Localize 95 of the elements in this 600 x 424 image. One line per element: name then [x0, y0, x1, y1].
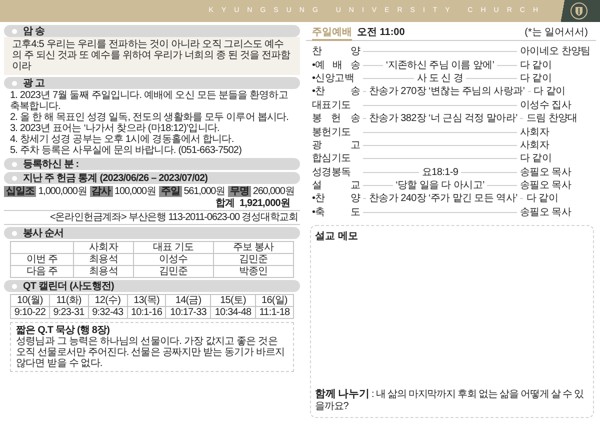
order-content: 찬송가 240장 ‘주가 맡긴 모든 역사’ [369, 193, 518, 204]
order-leader: 드림 찬양대 [526, 113, 578, 124]
offering-label: 감사 [90, 186, 113, 197]
row-header: 이번 주 [10, 254, 74, 266]
order-label: •신앙고백 [312, 72, 356, 84]
total-label: 합계 [215, 198, 234, 209]
offering-label: 주일 [158, 186, 182, 197]
notice-item: 1. 2023년 7월 둘째 주일입니다. 예배에 오신 모든 분들을 환영하고 축복합니다. [10, 90, 289, 112]
order-leader: 다 같이 [520, 60, 553, 71]
column-header: 사회자 [74, 242, 134, 254]
account-text: <온라인헌금계좌> 부산은행 113-2011-0623-00 경성대학교회 [50, 212, 298, 223]
table-cell: 박종인 [213, 266, 294, 278]
standing-note: (*는 일어서서) [524, 27, 588, 38]
notice-item: 3. 2023년 표어는 ‘나가서 찾으라 (마18:12)’입니다. [10, 123, 220, 134]
order-label: •찬 송 [312, 86, 360, 98]
total-amount: 1,921,000원 [240, 198, 290, 209]
order-label: 봉헌기도 [312, 126, 352, 138]
table-cell: 최용석 [74, 254, 134, 266]
table-cell: 10:34-48 [210, 306, 256, 318]
order-leader: 송필오 목사 [520, 166, 572, 178]
table-cell: 10:1-16 [127, 306, 166, 318]
table-cell: 이성수 [133, 254, 214, 266]
table-cell: 9:23-31 [49, 306, 88, 318]
dot-icon [12, 162, 17, 166]
table-cell: 김민준 [133, 266, 214, 278]
notice-item: 2. 올 한 해 목표인 성경 일독, 전도의 생활화를 모두 이루어 봅시다. [10, 112, 290, 123]
qt-note-text: 성령님과 그 능력은 하나님의 선물이다. 가장 값지고 좋은 것은 오직 선물로서만 주어진다. 선물은 공짜지만 받는 동기가 바르지 않다면 받을 수 없다. [16, 336, 286, 369]
service-title: 주일예배 [312, 27, 352, 41]
order-label: 합심기도 [312, 153, 352, 164]
memo-title: 설교 메모 [315, 231, 359, 242]
section-title: QT 캘린더 (사도행전) [23, 280, 114, 292]
column-header: 대표 기도 [133, 242, 214, 254]
offering-label: 십일조 [4, 186, 36, 197]
section-title: 광 고 [23, 78, 45, 88]
dot-icon [12, 176, 17, 180]
order-leader: 다 같이 [520, 153, 553, 164]
dot-icon [12, 230, 17, 236]
shield-emblem-icon [570, 2, 588, 20]
row-header: 다음 주 [10, 266, 74, 278]
order-leader: 다 같이 [534, 86, 566, 98]
order-content: ‘지존하신 주님 이름 앞에’ [386, 60, 494, 71]
section-title: 암 송 [23, 26, 45, 36]
dot-icon [12, 284, 17, 288]
notice-item: 4. 창세기 성경 공부는 오후 1시에 경동홀에서 합니다. [10, 134, 235, 145]
section-title: 등록하신 분 : [23, 158, 79, 170]
offering-amount: 260,000원 [252, 186, 296, 197]
service-time: 오전 11:00 [357, 27, 405, 38]
order-leader: 이성수 집사 [520, 100, 572, 111]
order-leader: 송필오 목사 [520, 180, 572, 192]
dot-icon [12, 80, 17, 86]
order-content: 요18:1-9 [422, 166, 458, 178]
column-header: 11(화) [49, 294, 88, 306]
order-content: 찬송가 382장 ‘너 근심 걱정 말아라’ [369, 113, 518, 124]
order-label: •찬 양 [312, 193, 360, 204]
order-leader: 다 같이 [526, 193, 560, 204]
column-header: 13(목) [127, 294, 166, 306]
column-header: 14(금) [166, 294, 211, 306]
offering-amount: 1,000,000원 [38, 186, 88, 197]
share-question: 함께 나누기 : 내 삶의 마지막까지 후회 없는 삶을 어떻게 살 수 있을까요? [315, 389, 584, 412]
table-cell: 11:1-18 [255, 306, 294, 318]
order-leader: 아이네오 찬양팀 [520, 46, 592, 58]
table-cell: 9:32-43 [88, 306, 128, 318]
order-label: •축 도 [312, 206, 360, 218]
table-cell: 10:17-33 [166, 306, 211, 318]
notice-item: 5. 주차 등록은 사무실에 문의 바랍니다. (051-663-7502) [10, 145, 243, 156]
dot-icon [12, 28, 17, 34]
order-content: 사 도 신 경 [416, 72, 464, 84]
column-header: 12(수) [88, 294, 128, 306]
offering-label: 무명 [228, 186, 251, 197]
order-label: 대표기도 [312, 100, 352, 111]
qt-note-title: 짧은 Q.T 묵상 (행 8장) [16, 325, 111, 336]
column-header: 주보 봉사 [213, 242, 294, 254]
order-label: 봉 헌 송 [312, 113, 360, 124]
order-label: 광 고 [312, 140, 360, 151]
order-leader: 사회자 [520, 140, 550, 151]
table-cell: 김민준 [213, 254, 294, 266]
order-leader: 사회자 [520, 126, 550, 138]
order-leader: 송필오 목사 [520, 206, 572, 218]
section-title: 봉사 순서 [23, 228, 64, 238]
order-leader: 다 같이 [520, 72, 553, 84]
offering-amount: 561,000원 [184, 186, 226, 197]
order-content: ‘당할 일을 다 아시고’ [396, 180, 484, 192]
verse-text: 고후4:5 우리는 우리를 전파하는 것이 아니라 오직 그리스도 예수의 주 되신 것과 또 예수를 위하여 우리가 너희의 종 된 것을 전파함이라 [12, 39, 292, 72]
table-cell: 최용석 [74, 266, 134, 278]
order-label: •예 배 송 [312, 60, 360, 71]
column-header: 10(월) [10, 294, 50, 306]
order-content: 찬송가 270장 ‘변찮는 주님의 사랑과’ [369, 86, 525, 98]
column-header: 16(일) [255, 294, 294, 306]
offering-amount: 100,000원 [114, 186, 157, 197]
order-label: 설 교 [312, 180, 360, 192]
column-header: 15(토) [210, 294, 256, 306]
section-title: 지난 주 헌금 통계 (2023/06/26 – 2023/07/02) [23, 172, 208, 184]
order-label: 찬 양 [312, 46, 360, 58]
order-label: 성경봉독 [312, 166, 352, 178]
table-cell: 9:10-22 [10, 306, 50, 318]
